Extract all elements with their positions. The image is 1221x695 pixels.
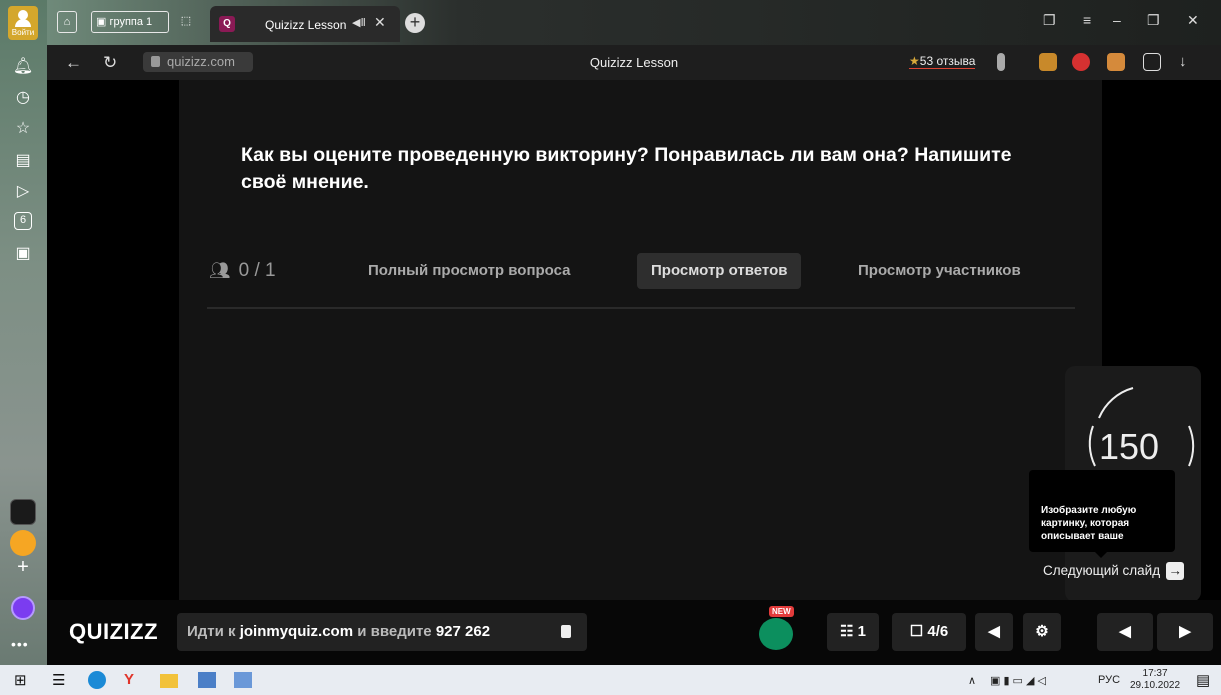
presentation-icon: ☐ xyxy=(909,623,928,640)
yandex-browser-icon[interactable]: Y xyxy=(124,671,134,688)
participants-button[interactable]: ☷ 1 xyxy=(827,613,879,651)
question-panel: Как вы оцените проведенную викторину? По… xyxy=(179,80,1102,600)
tab-participants[interactable]: Просмотр участников xyxy=(844,253,1035,289)
menu-icon[interactable]: ≡ xyxy=(1083,12,1091,28)
more-icon[interactable]: ••• xyxy=(11,636,29,652)
tab-full-question[interactable]: Полный просмотр вопроса xyxy=(354,253,585,289)
join-url: joinmyquiz.com xyxy=(239,623,354,640)
timer-value: 150 xyxy=(1099,426,1160,467)
tab-title: Quizizz Lesson xyxy=(265,18,347,32)
tab-close-icon[interactable]: ✕ xyxy=(374,14,386,31)
add-app-icon[interactable]: + xyxy=(12,556,34,578)
tab-bar: ⌂ ▣ группа 1 ⬚ Q Quizizz Lesson ◀Ⅱ ✕ + ❐… xyxy=(47,0,1221,45)
tray-icons[interactable]: ▣ ▮ ▭ ◢ ◁ xyxy=(990,674,1046,687)
sound-icon: ▣ xyxy=(96,16,110,28)
clock[interactable]: 17:37 29.10.2022 xyxy=(1130,668,1180,692)
app-pin-icon[interactable] xyxy=(10,499,36,525)
arrow-right-icon: → xyxy=(1166,562,1185,580)
word-icon[interactable] xyxy=(198,672,216,688)
next-slide-label: Следующий слайд xyxy=(1043,563,1161,578)
join-code: 927 262 xyxy=(435,623,491,640)
adblock-icon[interactable] xyxy=(1072,53,1090,71)
close-window-icon[interactable]: ✕ xyxy=(1187,12,1199,29)
quizizz-favicon-icon: Q xyxy=(219,16,235,32)
new-badge: NEW xyxy=(769,606,794,617)
bookmarks-star-icon[interactable]: ☆ xyxy=(12,118,34,140)
group-tab-label: группа 1 xyxy=(109,16,153,28)
start-icon[interactable]: ⊞ xyxy=(14,671,27,689)
screenshot-icon[interactable]: ▣ xyxy=(12,243,34,265)
tray-chevron-icon[interactable]: ∧ xyxy=(968,674,976,687)
slide-progress: 4/6 xyxy=(927,623,949,640)
clock-time: 17:37 xyxy=(1142,668,1168,679)
tab-mute-icon[interactable]: ◀Ⅱ xyxy=(352,16,366,29)
settings-icon[interactable]: ⚙︎ xyxy=(1023,613,1061,651)
address-bar: ← ↻ quizizz.com Quizizz Lesson ★53 отзыв… xyxy=(47,45,1221,80)
sound-button[interactable]: ◀ xyxy=(975,613,1013,651)
star-icon: ★ xyxy=(909,54,920,68)
tab-counter-icon[interactable]: 6 xyxy=(14,212,32,230)
play-icon[interactable]: ▷ xyxy=(12,181,34,203)
login-button[interactable]: Войти xyxy=(8,6,38,40)
next-button[interactable]: ▶ xyxy=(1157,613,1213,651)
tab-group[interactable]: ▣ группа 1 xyxy=(91,11,169,33)
mail-app-icon[interactable] xyxy=(10,530,36,556)
language-indicator[interactable]: РУС xyxy=(1098,674,1120,686)
quizizz-control-bar: QUIZIZZ Идти к joinmyquiz.com и введите … xyxy=(47,600,1221,665)
responses-count: 0 / 1 xyxy=(238,260,276,281)
alice-assistant-icon[interactable] xyxy=(11,596,35,620)
next-slide-button[interactable]: Следующий слайд → xyxy=(1043,562,1185,580)
new-group-icon[interactable]: ⬚ xyxy=(175,11,197,33)
bookmark-icon[interactable] xyxy=(997,53,1005,71)
extension-icon[interactable] xyxy=(1039,53,1057,71)
join-info: Идти к joinmyquiz.com и введите 927 262 xyxy=(177,613,587,651)
reader-icon[interactable] xyxy=(1143,53,1161,71)
extension-2-icon[interactable] xyxy=(1107,53,1125,71)
tab-answers[interactable]: Просмотр ответов xyxy=(637,253,802,289)
restore-icon[interactable]: ❐ xyxy=(1147,12,1160,29)
windows-taskbar: ⊞ ☰ Y ∧ ▣ ▮ ▭ ◢ ◁ РУС 17:37 29.10.2022 ▤ xyxy=(0,665,1221,695)
browser-sidebar: Войти 🔔︎ ◷ ☆ ▤ ▷ 6 ▣ + ••• xyxy=(0,0,47,665)
app-icon[interactable] xyxy=(234,672,252,688)
new-tab-button[interactable]: + xyxy=(405,13,425,33)
question-text: Как вы оцените проведенную викторину? По… xyxy=(241,144,1012,193)
participants-count: 1 xyxy=(857,623,866,640)
participants-icon: 👥︎ xyxy=(209,261,231,280)
tab-menu-icon[interactable]: ❐ xyxy=(1043,12,1056,29)
prev-slide-button[interactable]: ◀ xyxy=(1097,613,1153,651)
quizizz-logo: QUIZIZZ xyxy=(69,619,159,644)
bell-icon[interactable]: 🔔︎ xyxy=(12,56,34,78)
divider xyxy=(207,307,1075,309)
join-middle: и введите xyxy=(357,623,432,640)
notifications-icon[interactable]: ▤ xyxy=(1196,671,1210,689)
home-tab-icon[interactable]: ⌂ xyxy=(57,11,77,33)
whiteboard-button[interactable] xyxy=(759,618,793,650)
join-prefix: Идти к xyxy=(187,623,236,640)
reviews-label: 53 отзыва xyxy=(919,54,976,68)
quiz-stage: Как вы оцените проведенную викторину? По… xyxy=(47,80,1221,602)
screen: Войти 🔔︎ ◷ ☆ ▤ ▷ 6 ▣ + ••• ⌂ ▣ группа 1 … xyxy=(0,0,1221,695)
file-explorer-icon[interactable] xyxy=(160,674,178,688)
responses-counter: 👥︎ 0 / 1 xyxy=(209,260,276,282)
history-icon[interactable]: ◷ xyxy=(12,87,34,109)
copy-icon[interactable] xyxy=(561,625,571,638)
reviews-link[interactable]: ★53 отзыва xyxy=(909,54,976,69)
edge-icon[interactable] xyxy=(88,671,106,689)
next-slide-preview: Изобразите любую картинку, которая описы… xyxy=(1029,470,1175,558)
slides-button[interactable]: ☐ 4/6 xyxy=(892,613,966,651)
clock-date: 29.10.2022 xyxy=(1130,680,1181,691)
collections-icon[interactable]: ▤ xyxy=(12,150,34,172)
login-label: Войти xyxy=(11,28,35,37)
task-view-icon[interactable]: ☰ xyxy=(52,671,65,689)
participants-icon: ☷ xyxy=(840,623,858,640)
download-icon[interactable]: ↓ xyxy=(1179,53,1187,70)
minimize-icon[interactable]: – xyxy=(1113,12,1121,28)
